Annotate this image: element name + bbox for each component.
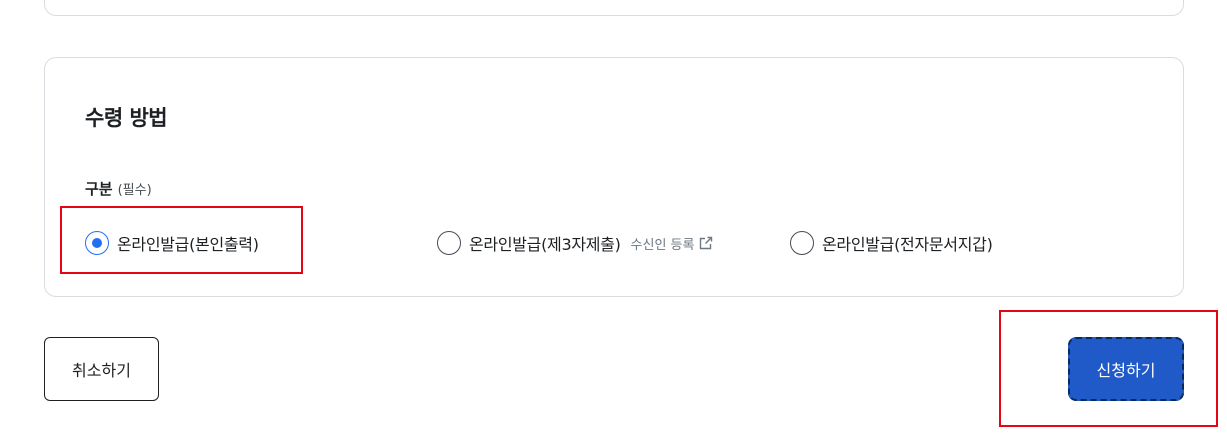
field-label: 구분 (필수) bbox=[85, 178, 152, 199]
page: 수령 방법 구분 (필수) 온라인발급(본인출력) 온라인발급(제3자제출) 수… bbox=[0, 0, 1227, 445]
radio-label: 온라인발급(제3자제출) bbox=[469, 235, 621, 254]
radio-option-third-party[interactable]: 온라인발급(제3자제출) 수신인 등록 bbox=[437, 230, 714, 256]
radio-option-digital-wallet[interactable]: 온라인발급(전자문서지갑) bbox=[790, 230, 993, 256]
field-label-text: 구분 bbox=[85, 180, 113, 198]
radio-button[interactable] bbox=[437, 231, 461, 255]
register-recipient-link[interactable]: 수신인 등록 bbox=[631, 234, 715, 253]
radio-dot bbox=[92, 238, 102, 248]
radio-label: 온라인발급(전자문서지갑) bbox=[822, 235, 993, 254]
radio-option-self-print[interactable]: 온라인발급(본인출력) bbox=[85, 230, 259, 256]
submit-button[interactable]: 신청하기 bbox=[1068, 337, 1184, 401]
external-link-icon bbox=[700, 236, 713, 250]
radio-button-selected[interactable] bbox=[85, 231, 109, 255]
radio-label: 온라인발급(본인출력) bbox=[117, 235, 259, 254]
required-marker: (필수) bbox=[117, 183, 152, 198]
register-recipient-link-text: 수신인 등록 bbox=[630, 237, 695, 253]
receive-method-card: 수령 방법 구분 (필수) 온라인발급(본인출력) 온라인발급(제3자제출) 수… bbox=[44, 57, 1184, 297]
radio-button[interactable] bbox=[790, 231, 814, 255]
cancel-button[interactable]: 취소하기 bbox=[44, 337, 159, 401]
previous-section-card bbox=[44, 0, 1184, 16]
section-title: 수령 방법 bbox=[85, 106, 168, 130]
